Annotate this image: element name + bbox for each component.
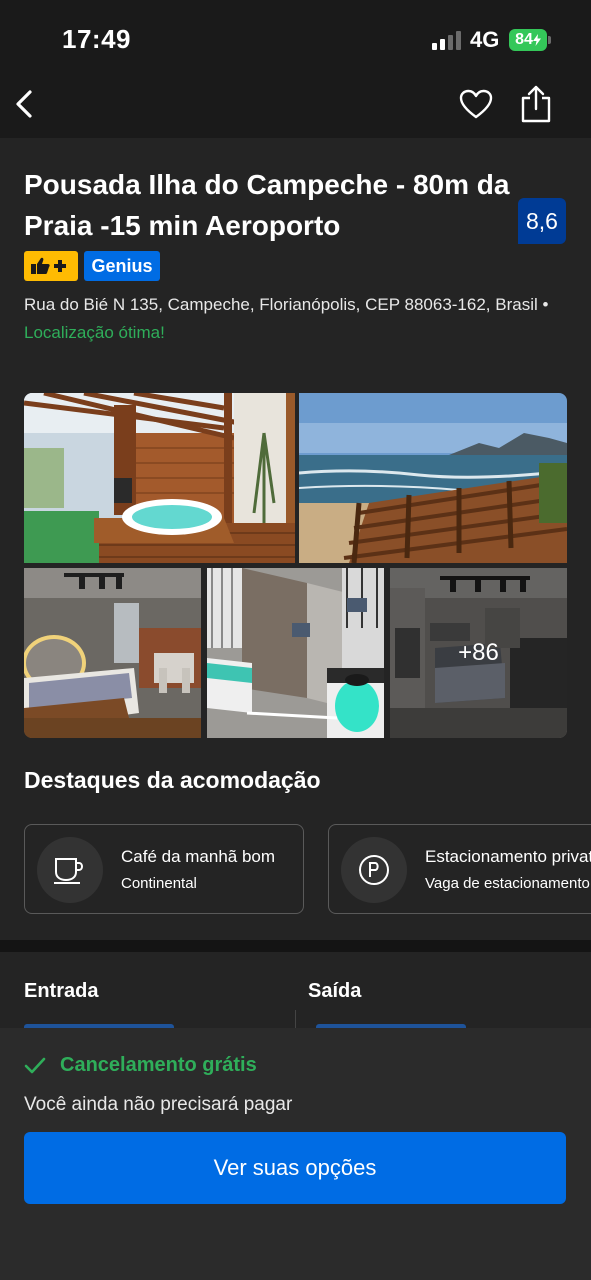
- check-in-label[interactable]: Entrada: [24, 980, 98, 1003]
- highlights-title: Destaques da acomodação: [24, 767, 321, 793]
- parking-icon: [359, 855, 389, 885]
- free-cancellation-row: Cancelamento grátis: [24, 1054, 257, 1077]
- address-separator: •: [542, 295, 549, 314]
- more-photos-overlay[interactable]: +86: [390, 568, 567, 738]
- review-score-badge[interactable]: 8,6: [518, 198, 566, 244]
- property-address: Rua do Bié N 135, Campeche, Florianópoli…: [24, 291, 564, 347]
- coffee-cup-icon: [54, 858, 83, 884]
- badge-row: Genius: [24, 251, 160, 281]
- back-button[interactable]: [4, 82, 44, 126]
- charging-bolt-icon: [532, 34, 541, 46]
- status-time: 17:49: [62, 24, 131, 54]
- see-options-button[interactable]: Ver suas opções: [24, 1132, 566, 1204]
- free-cancellation-text: Cancelamento grátis: [60, 1054, 257, 1076]
- highlight-title: Estacionamento privativo: [425, 847, 591, 866]
- photo-beach-deck[interactable]: [299, 393, 567, 563]
- section-divider: [0, 940, 591, 952]
- battery-icon: 84: [509, 29, 547, 51]
- signal-strength-icon: [432, 30, 464, 50]
- chevron-left-icon: [16, 90, 32, 118]
- thumbs-up-plus-icon: [31, 257, 66, 274]
- property-title: Pousada Ilha do Campeche - 80m da Praia …: [24, 169, 510, 241]
- checkmark-icon: [24, 1057, 46, 1073]
- share-button[interactable]: [514, 80, 558, 128]
- highlight-card-parking[interactable]: Estacionamento privativo Vaga de estacio…: [328, 824, 591, 914]
- highlight-subtitle: Vaga de estacionamento: [425, 875, 590, 892]
- share-icon: [521, 85, 551, 123]
- highlight-icon-circle: [37, 837, 103, 903]
- location-rating[interactable]: Localização ótima!: [24, 323, 165, 342]
- highlights-section: Destaques da acomodação Café da manhã bo…: [0, 753, 591, 940]
- status-bar: 17:49 4G 84: [0, 0, 591, 70]
- favorite-button[interactable]: [454, 82, 498, 126]
- heart-outline-icon: [459, 89, 493, 119]
- battery-level: 84: [515, 31, 533, 48]
- photo-suite-jacuzzi[interactable]: [207, 568, 384, 738]
- more-photos-count: +86: [458, 639, 499, 666]
- top-nav-bar: [0, 70, 591, 138]
- property-header: Pousada Ilha do Campeche - 80m da Praia …: [0, 138, 591, 373]
- booking-bottom-sheet: Cancelamento grátis Você ainda não preci…: [0, 1028, 591, 1280]
- genius-badge[interactable]: Genius: [84, 251, 160, 281]
- network-type: 4G: [470, 27, 500, 52]
- highlight-card-breakfast[interactable]: Café da manhã bom Continental: [24, 824, 304, 914]
- photo-bedroom-1[interactable]: [24, 568, 201, 738]
- highlight-subtitle: Continental: [121, 875, 197, 892]
- check-out-label[interactable]: Saída: [308, 980, 361, 1003]
- pay-later-text: Você ainda não precisará pagar: [24, 1094, 293, 1115]
- address-text: Rua do Bié N 135, Campeche, Florianópoli…: [24, 295, 538, 314]
- preferred-plus-badge[interactable]: [24, 251, 78, 281]
- photo-more[interactable]: +86: [390, 568, 567, 738]
- highlight-title: Café da manhã bom: [121, 847, 276, 866]
- photo-gallery: +86: [0, 373, 591, 753]
- dates-section: Entrada Saída: [0, 952, 591, 1032]
- highlight-icon-circle: [341, 837, 407, 903]
- photo-jacuzzi-deck[interactable]: [24, 393, 295, 563]
- battery-tip: [548, 36, 551, 44]
